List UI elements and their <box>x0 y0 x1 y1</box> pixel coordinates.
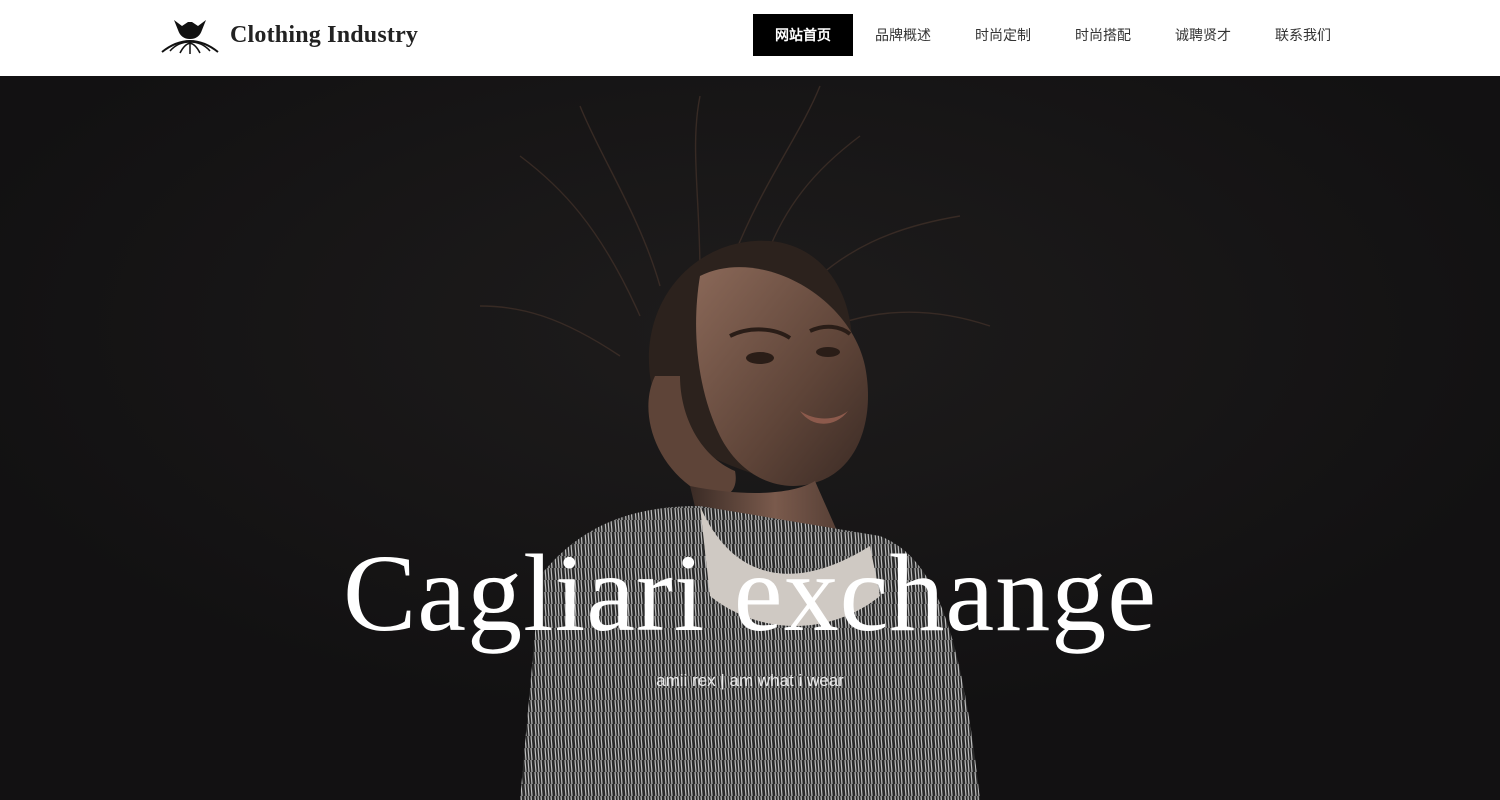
nav-item-fashion-matching[interactable]: 时尚搭配 <box>1053 14 1153 56</box>
nav-item-careers[interactable]: 诚聘贤才 <box>1153 14 1253 56</box>
nav-item-contact[interactable]: 联系我们 <box>1253 14 1353 56</box>
nav-item-home[interactable]: 网站首页 <box>753 14 853 56</box>
site-logo[interactable]: Clothing Industry <box>160 14 418 56</box>
nav-item-custom-fashion[interactable]: 时尚定制 <box>953 14 1053 56</box>
hero-banner: Cagliari exchange amii rex | am what i w… <box>0 76 1500 800</box>
brand-name: Clothing Industry <box>230 21 419 48</box>
fashion-logo-icon <box>161 20 219 54</box>
nav-item-brand-overview[interactable]: 品牌概述 <box>853 14 953 56</box>
main-nav: 网站首页 品牌概述 时尚定制 时尚搭配 诚聘贤才 联系我们 <box>753 14 1353 56</box>
hero-subtitle: amii rex | am what i wear <box>656 671 844 690</box>
site-header: Clothing Industry 网站首页 品牌概述 时尚定制 时尚搭配 诚聘… <box>0 0 1500 76</box>
hero-title: Cagliari exchange <box>342 532 1158 654</box>
hero-model-image <box>0 76 1500 800</box>
